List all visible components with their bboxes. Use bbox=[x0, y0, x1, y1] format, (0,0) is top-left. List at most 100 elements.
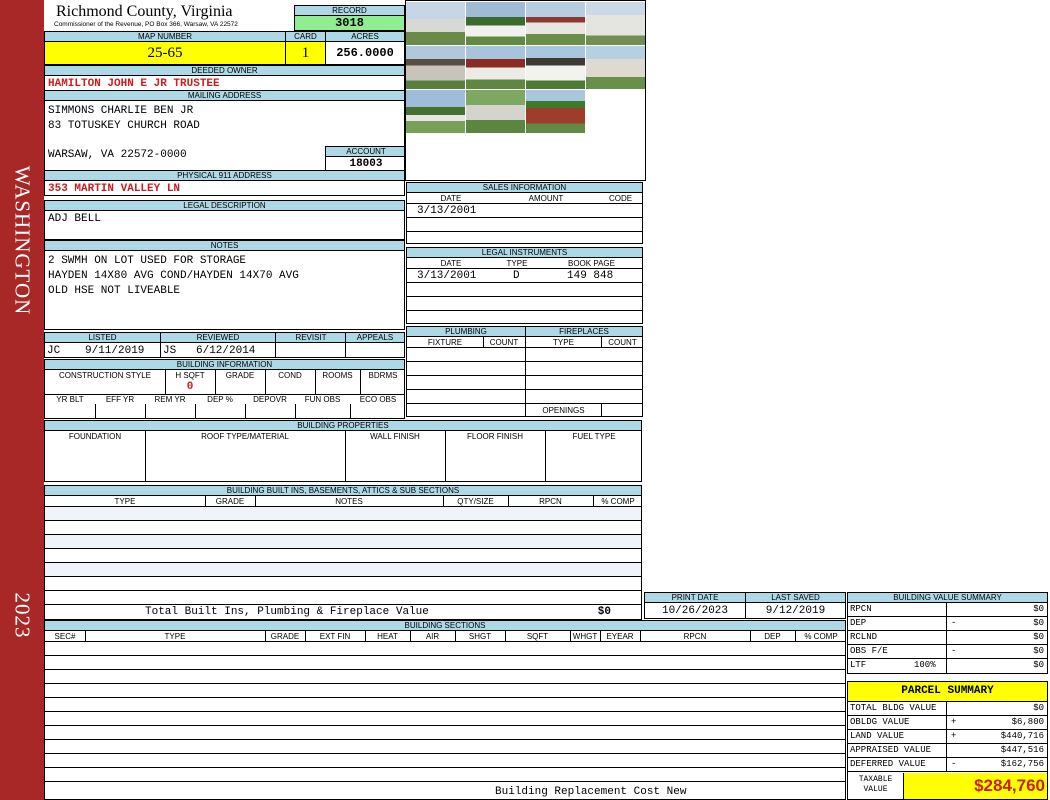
reviewed-date: 6/12/2014 bbox=[196, 345, 256, 357]
sec-num-header: SEC# bbox=[54, 632, 76, 641]
obldg-label: OBLDG VALUE bbox=[850, 717, 910, 727]
mailing-address-box: MAILING ADDRESS SIMMONS CHARLIE BEN JR 8… bbox=[44, 90, 405, 171]
parcel-summary-title: PARCEL SUMMARY bbox=[848, 682, 1047, 702]
sales-date-header: DATE bbox=[440, 194, 462, 203]
parcel-row-total-bldg: TOTAL BLDG VALUE $0 bbox=[848, 702, 1047, 716]
map-number-label: MAP NUMBER bbox=[45, 32, 285, 42]
revisit-label: REVISIT bbox=[276, 333, 346, 343]
fireplace-count-header: COUNT bbox=[608, 338, 637, 347]
builtin-qty-header: QTY/SIZE bbox=[457, 497, 494, 506]
parcel-row-appraised: APPRAISED VALUE $447,516 bbox=[848, 744, 1047, 758]
mailing-line-2: 83 TOTUSKEY CHURCH ROAD bbox=[48, 120, 200, 132]
summary-row-rclnd: RCLND $0 bbox=[848, 631, 1047, 645]
construction-style-header: CONSTRUCTION STYLE bbox=[58, 371, 151, 380]
deferred-label: DEFERRED VALUE bbox=[850, 759, 926, 769]
instrument-type-header: TYPE bbox=[506, 259, 528, 268]
commissioner-address: Commissioner of the Revenue, PO Box 366,… bbox=[54, 21, 238, 28]
dep-value: $0 bbox=[1033, 618, 1044, 628]
listed-date: 9/11/2019 bbox=[85, 345, 145, 357]
obs-sign: - bbox=[951, 646, 957, 656]
property-photo-11[interactable] bbox=[526, 90, 585, 133]
ltf-value: $0 bbox=[1033, 660, 1044, 670]
photo-gallery bbox=[405, 0, 646, 181]
appraised-label: APPRAISED VALUE bbox=[850, 745, 932, 755]
notes-line-1: 2 SWMH ON LOT USED FOR STORAGE bbox=[48, 255, 247, 267]
sec-rpcn-header: RPCN bbox=[683, 632, 707, 641]
listed-label: LISTED bbox=[45, 333, 160, 343]
property-photo-4[interactable] bbox=[586, 2, 645, 45]
print-saved-box: PRINT DATE LAST SAVED 10/26/2023 9/12/20… bbox=[644, 592, 846, 619]
deeded-owner-name: HAMILTON JOHN E JR TRUSTEE bbox=[48, 78, 220, 90]
deeded-owner-label: DEEDED OWNER bbox=[45, 66, 404, 76]
plumbing-count-header: COUNT bbox=[489, 338, 519, 347]
rpcn-label: RPCN bbox=[850, 604, 872, 614]
property-photo-9[interactable] bbox=[406, 90, 465, 133]
taxable-label-2: VALUE bbox=[863, 785, 888, 794]
plumbing-fireplaces-table: PLUMBING FIREPLACES FIXTURE COUNT TYPE C… bbox=[406, 326, 643, 417]
sec-whgt-header: WHGT bbox=[572, 632, 598, 641]
parcel-row-land: LAND VALUE + $440,716 bbox=[848, 730, 1047, 744]
appeals-label: APPEALS bbox=[346, 333, 404, 343]
hsqft-value: 0 bbox=[186, 381, 194, 393]
rem-yr-header: REM YR bbox=[154, 395, 186, 404]
legal-description-label: LEGAL DESCRIPTION bbox=[45, 201, 404, 211]
sec-air-header: AIR bbox=[425, 632, 440, 641]
property-photo-8[interactable] bbox=[586, 46, 645, 89]
tax-year-label: 2023 bbox=[10, 592, 35, 638]
summary-row-dep: DEP - $0 bbox=[848, 617, 1047, 631]
map-number: 25-65 bbox=[45, 42, 285, 64]
district-label: WASHINGTON bbox=[10, 165, 35, 315]
property-photo-6[interactable] bbox=[466, 46, 525, 89]
openings-label: OPENINGS bbox=[542, 406, 585, 415]
rpcn-value: $0 bbox=[1033, 604, 1044, 614]
deeded-owner-box: DEEDED OWNER HAMILTON JOHN E JR TRUSTEE bbox=[44, 65, 405, 91]
summary-row-obs: OBS F/E - $0 bbox=[848, 645, 1047, 659]
building-value-summary-label: BUILDING VALUE SUMMARY bbox=[848, 593, 1047, 603]
account-box: ACCOUNT 18003 bbox=[325, 146, 404, 170]
legal-instruments-table: LEGAL INSTRUMENTS DATE TYPE BOOK PAGE 3/… bbox=[406, 247, 643, 324]
notes-line-3: OLD HSE NOT LIVEABLE bbox=[48, 285, 181, 297]
physical-address: 353 MARTIN VALLEY LN bbox=[48, 183, 181, 195]
rooms-header: ROOMS bbox=[322, 371, 353, 380]
sales-amount-header: AMOUNT bbox=[528, 194, 564, 203]
county-title: Richmond County, Virginia bbox=[56, 3, 233, 20]
land-value-sign: + bbox=[951, 731, 957, 741]
ltf-percent: 100% bbox=[914, 660, 936, 670]
foundation-header: FOUNDATION bbox=[68, 432, 122, 441]
card-number: 1 bbox=[286, 42, 325, 64]
physical-address-box: PHYSICAL 911 ADDRESS 353 MARTIN VALLEY L… bbox=[44, 170, 405, 196]
land-value-label: LAND VALUE bbox=[850, 731, 905, 741]
listed-by: JC bbox=[47, 345, 61, 357]
sec-ext-fin-header: EXT FIN bbox=[319, 632, 351, 641]
mailing-line-3: WARSAW, VA 22572-0000 bbox=[48, 149, 187, 161]
obs-value: $0 bbox=[1033, 646, 1044, 656]
grade-header: GRADE bbox=[225, 371, 255, 380]
sec-shgt-header: SHGT bbox=[468, 632, 492, 641]
total-built-ins-label: Total Built Ins, Plumbing & Fireplace Va… bbox=[145, 606, 429, 618]
wall-finish-header: WALL FINISH bbox=[370, 432, 420, 441]
record-box: RECORD 3018 bbox=[294, 5, 405, 31]
instrument-date-header: DATE bbox=[440, 259, 462, 268]
built-ins-table: BUILDING BUILT INS, BASEMENTS, ATTICS & … bbox=[44, 485, 642, 605]
yr-blt-header: YR BLT bbox=[56, 395, 84, 404]
property-photo-5[interactable] bbox=[406, 46, 465, 89]
property-photo-3[interactable] bbox=[526, 2, 585, 45]
parcel-row-obldg: OBLDG VALUE + $6,800 bbox=[848, 716, 1047, 730]
summary-row-rpcn: RPCN $0 bbox=[848, 603, 1047, 617]
total-bldg-label: TOTAL BLDG VALUE bbox=[850, 703, 937, 713]
floor-finish-header: FLOOR FINISH bbox=[466, 432, 523, 441]
property-photo-7[interactable] bbox=[526, 46, 585, 89]
property-photo-10[interactable] bbox=[466, 90, 525, 133]
notes-box: NOTES 2 SWMH ON LOT USED FOR STORAGE HAY… bbox=[44, 240, 405, 330]
mailing-line-1: SIMMONS CHARLIE BEN JR bbox=[48, 105, 194, 117]
dep-label: DEP bbox=[850, 618, 867, 628]
dep-sign: - bbox=[951, 618, 957, 628]
property-photo-1[interactable] bbox=[406, 2, 465, 45]
total-bldg-value: $0 bbox=[1033, 703, 1044, 713]
sec-comp-header: % COMP bbox=[804, 632, 838, 641]
eff-yr-header: EFF YR bbox=[105, 395, 135, 404]
property-photo-2[interactable] bbox=[466, 2, 525, 45]
account-label: ACCOUNT bbox=[326, 147, 404, 157]
rclnd-value: $0 bbox=[1033, 632, 1044, 642]
builtin-rpcn-header: RPCN bbox=[539, 497, 562, 506]
